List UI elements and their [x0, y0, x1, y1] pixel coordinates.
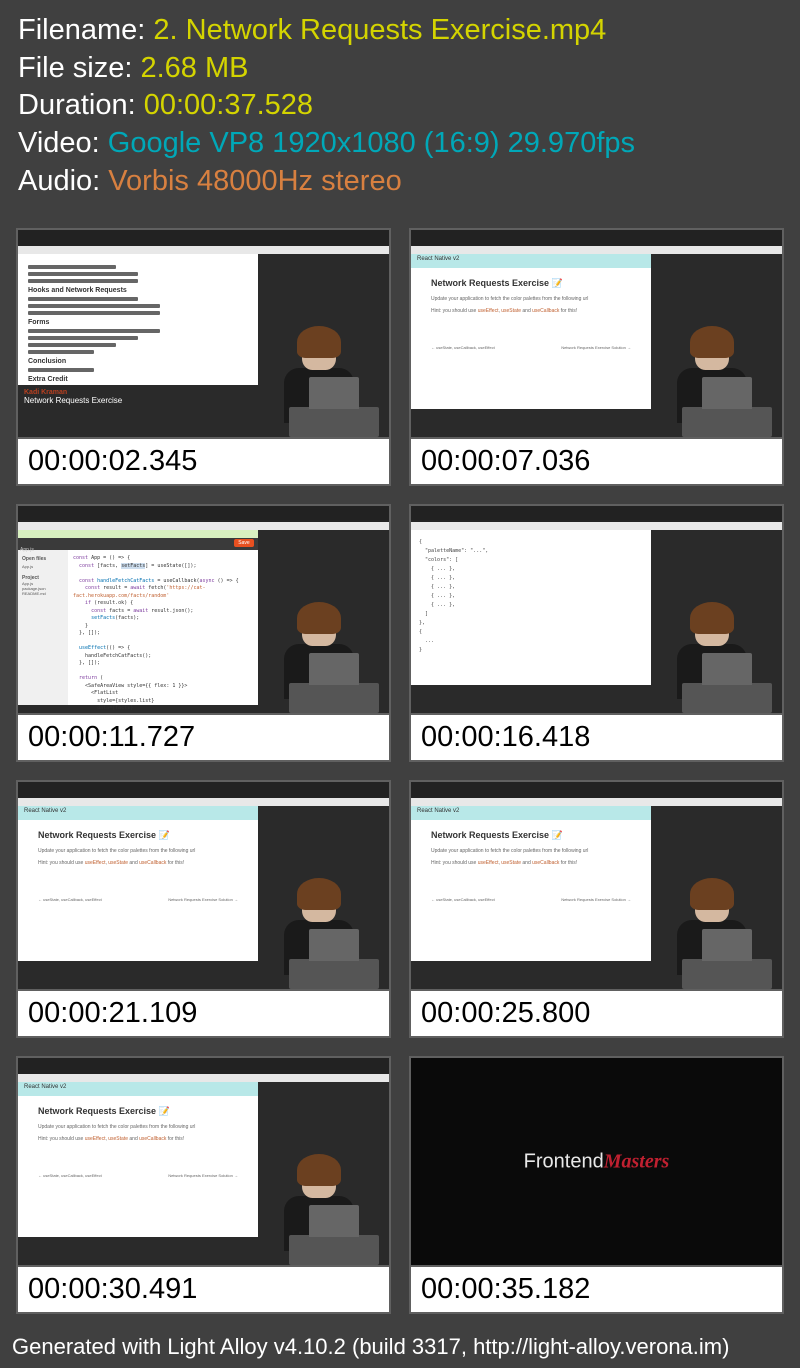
- thumbnail-image[interactable]: React Native v2 Network Requests Exercis…: [16, 780, 391, 991]
- timestamp: 00:00:11.727: [16, 715, 391, 762]
- file-info: Filename: 2. Network Requests Exercise.m…: [0, 0, 800, 212]
- video-label: Video:: [18, 127, 100, 159]
- frontendmasters-logo: FrontendMasters: [524, 1150, 670, 1173]
- thumbnail-image[interactable]: FrontendMasters: [409, 1056, 784, 1267]
- filename-label: Filename:: [18, 14, 145, 46]
- filesize-label: File size:: [18, 52, 132, 84]
- thumbnail-image[interactable]: { "paletteName": "...", "colors": [ { ..…: [409, 504, 784, 715]
- filename-value: 2. Network Requests Exercise.mp4: [153, 14, 606, 46]
- thumbnail-image[interactable]: React Native v2 Network Requests Exercis…: [16, 1056, 391, 1267]
- timestamp: 00:00:30.491: [16, 1267, 391, 1314]
- thumbnail-grid: Hooks and Network Requests Forms Conclus…: [0, 212, 800, 1330]
- timestamp: 00:00:21.109: [16, 991, 391, 1038]
- thumbnail-image[interactable]: React Native v2 Network Requests Exercis…: [409, 228, 784, 439]
- thumbnail-cell: React Native v2 Network Requests Exercis…: [16, 1056, 391, 1314]
- duration-label: Duration:: [18, 89, 136, 121]
- thumbnail-cell: { "paletteName": "...", "colors": [ { ..…: [409, 504, 784, 762]
- thumbnail-cell: Hooks and Network Requests Forms Conclus…: [16, 228, 391, 486]
- thumbnail-cell: App.jsSave Open files App.js Project App…: [16, 504, 391, 762]
- thumbnail-cell: React Native v2 Network Requests Exercis…: [16, 780, 391, 1038]
- thumbnail-image[interactable]: Hooks and Network Requests Forms Conclus…: [16, 228, 391, 439]
- thumbnail-cell: FrontendMasters 00:00:35.182: [409, 1056, 784, 1314]
- audio-label: Audio:: [18, 165, 100, 197]
- duration-value: 00:00:37.528: [144, 89, 313, 121]
- timestamp: 00:00:16.418: [409, 715, 784, 762]
- thumbnail-image[interactable]: App.jsSave Open files App.js Project App…: [16, 504, 391, 715]
- timestamp: 00:00:25.800: [409, 991, 784, 1038]
- timestamp: 00:00:35.182: [409, 1267, 784, 1314]
- video-value: Google VP8 1920x1080 (16:9) 29.970fps: [108, 127, 635, 159]
- thumbnail-cell: React Native v2 Network Requests Exercis…: [409, 780, 784, 1038]
- filesize-value: 2.68 MB: [140, 52, 248, 84]
- timestamp: 00:00:02.345: [16, 439, 391, 486]
- thumbnail-cell: React Native v2 Network Requests Exercis…: [409, 228, 784, 486]
- timestamp: 00:00:07.036: [409, 439, 784, 486]
- audio-value: Vorbis 48000Hz stereo: [108, 165, 401, 197]
- thumbnail-image[interactable]: React Native v2 Network Requests Exercis…: [409, 780, 784, 991]
- footer-text: Generated with Light Alloy v4.10.2 (buil…: [0, 1330, 800, 1364]
